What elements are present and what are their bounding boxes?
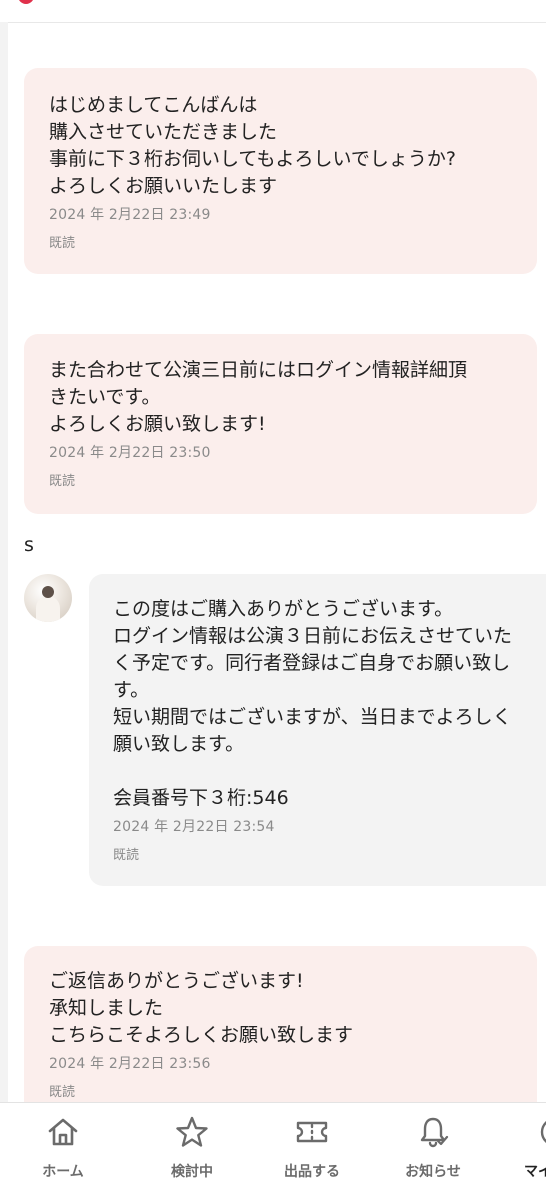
message-bubble-mine: また合わせて公演三日前にはログイン情報詳細頂 きたいです。 よろしくお願い致しま…: [24, 334, 537, 514]
mypage-icon: [540, 1121, 546, 1143]
avatar-figure-body: [36, 596, 60, 622]
avatar-figure-head: [42, 586, 54, 598]
sender-name: s: [24, 534, 34, 556]
message-text: はじめましてこんばんは 購入させていただきました 事前に下３桁お伺いしてもよろし…: [49, 94, 456, 197]
message-text: また合わせて公演三日前にはログイン情報詳細頂 きたいです。 よろしくお願い致しま…: [49, 359, 468, 435]
nav-label: ホーム: [42, 1164, 84, 1180]
nav-home[interactable]: ホーム: [8, 1103, 118, 1201]
nav-favorites[interactable]: 検討中: [137, 1103, 247, 1201]
left-rail: [0, 22, 8, 1102]
star-icon: [176, 1116, 208, 1147]
nav-label: マイ: [524, 1164, 546, 1180]
read-status: 既読: [113, 848, 140, 863]
nav-sell[interactable]: 出品する: [257, 1103, 367, 1201]
message-bubble-mine: ご返信ありがとうございます! 承知しました こちらこそよろしくお願い致します 2…: [24, 946, 537, 1126]
ticket-icon: [296, 1121, 328, 1143]
read-status: 既読: [49, 236, 76, 251]
bottom-navigation: ホーム 検討中 出品する お知らせ マイ: [0, 1102, 546, 1201]
read-status: 既読: [49, 1085, 76, 1100]
nav-mypage[interactable]: マイ: [498, 1103, 546, 1201]
message-timestamp: 2024 年 2月22日 23:54: [113, 819, 275, 835]
message-timestamp: 2024 年 2月22日 23:50: [49, 445, 211, 461]
nav-label: お知らせ: [405, 1164, 461, 1180]
message-timestamp: 2024 年 2月22日 23:49: [49, 207, 211, 223]
message-bubble-theirs: この度はご購入ありがとうございます。 ログイン情報は公演３日前にお伝えさせていた…: [89, 574, 546, 886]
read-status: 既読: [49, 474, 76, 489]
nav-notifications[interactable]: お知らせ: [378, 1103, 488, 1201]
top-bar: [0, 0, 546, 23]
header-accent: [18, 0, 34, 4]
message-timestamp: 2024 年 2月22日 23:56: [49, 1056, 211, 1072]
message-bubble-mine: はじめましてこんばんは 購入させていただきました 事前に下３桁お伺いしてもよろし…: [24, 68, 537, 274]
home-icon: [48, 1118, 78, 1146]
bell-icon: [420, 1117, 449, 1148]
message-text: ご返信ありがとうございます! 承知しました こちらこそよろしくお願い致します: [49, 970, 354, 1046]
nav-label: 出品する: [284, 1164, 340, 1180]
sender-avatar[interactable]: [24, 574, 72, 622]
nav-label: 検討中: [171, 1164, 213, 1180]
message-text: この度はご購入ありがとうございます。 ログイン情報は公演３日前にお伝えさせていた…: [113, 598, 513, 809]
